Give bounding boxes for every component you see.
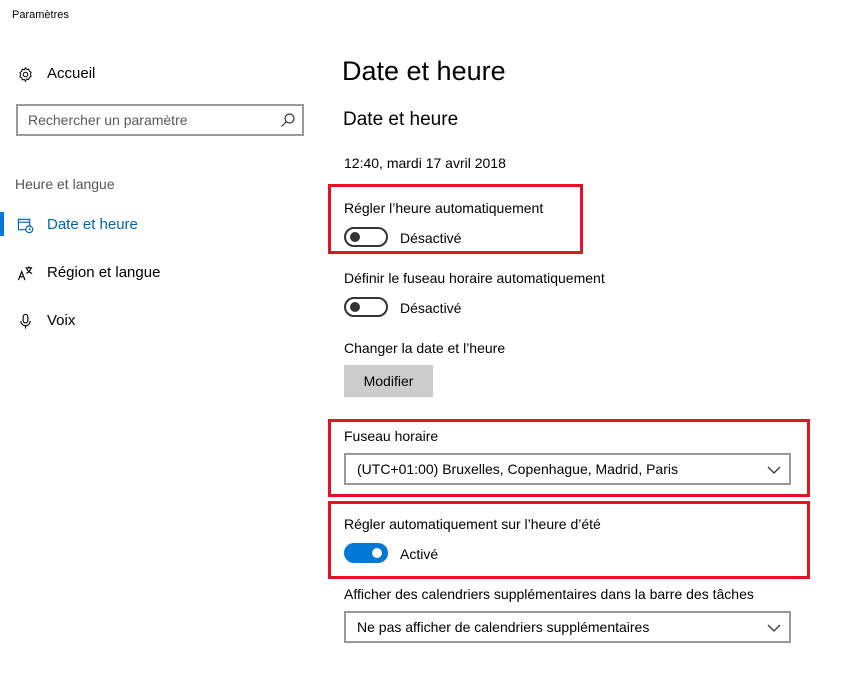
sidebar-item-voice[interactable]: Voix	[0, 304, 320, 336]
dst-label: Régler automatiquement sur l’heure d’été	[344, 516, 601, 532]
chevron-down-icon	[767, 621, 781, 633]
auto-time-label: Régler l’heure automatiquement	[344, 200, 544, 216]
timezone-value: (UTC+01:00) Bruxelles, Copenhague, Madri…	[357, 461, 678, 477]
dst-toggle[interactable]	[344, 543, 388, 563]
calendars-label: Afficher des calendriers supplémentaires…	[344, 586, 754, 602]
timezone-label: Fuseau horaire	[344, 428, 439, 444]
search-icon[interactable]	[280, 112, 296, 128]
page-title: Date et heure	[342, 56, 506, 86]
sidebar-item-label: Région et langue	[47, 263, 161, 281]
auto-time-state: Désactivé	[400, 230, 462, 246]
sidebar-item-date-time[interactable]: Date et heure	[0, 208, 320, 240]
selected-indicator	[0, 212, 4, 236]
sidebar-item-home[interactable]: Accueil	[0, 57, 320, 89]
microphone-icon	[16, 312, 34, 330]
modify-button[interactable]: Modifier	[344, 365, 433, 397]
current-datetime: 12:40, mardi 17 avril 2018	[344, 155, 506, 171]
chevron-down-icon	[767, 463, 781, 475]
toggle-knob	[350, 302, 360, 312]
highlight-dst	[328, 501, 810, 579]
calendar-clock-icon	[16, 216, 34, 234]
toggle-knob	[350, 232, 360, 242]
sidebar-item-label: Voix	[47, 311, 76, 329]
window-title: Paramètres	[12, 9, 69, 21]
timezone-dropdown[interactable]: (UTC+01:00) Bruxelles, Copenhague, Madri…	[344, 453, 791, 485]
dst-state: Activé	[400, 546, 439, 562]
auto-time-toggle[interactable]	[344, 227, 388, 247]
search-input[interactable]	[18, 106, 258, 134]
auto-timezone-toggle[interactable]	[344, 297, 388, 317]
sidebar-item-label: Date et heure	[47, 215, 138, 233]
auto-timezone-label: Définir le fuseau horaire automatiquemen…	[344, 270, 605, 286]
change-date-label: Changer la date et l’heure	[344, 340, 506, 356]
sidebar-section-label: Heure et langue	[15, 176, 115, 192]
auto-timezone-state: Désactivé	[400, 300, 462, 316]
search-box[interactable]	[16, 104, 304, 136]
section-title: Date et heure	[343, 109, 459, 130]
toggle-knob	[372, 548, 382, 558]
sidebar-item-label: Accueil	[47, 64, 96, 82]
language-icon	[16, 264, 34, 282]
calendars-dropdown[interactable]: Ne pas afficher de calendriers supplémen…	[344, 611, 791, 643]
gear-icon	[16, 65, 34, 83]
calendars-value: Ne pas afficher de calendriers supplémen…	[357, 619, 650, 635]
sidebar-item-region-language[interactable]: Région et langue	[0, 256, 320, 288]
